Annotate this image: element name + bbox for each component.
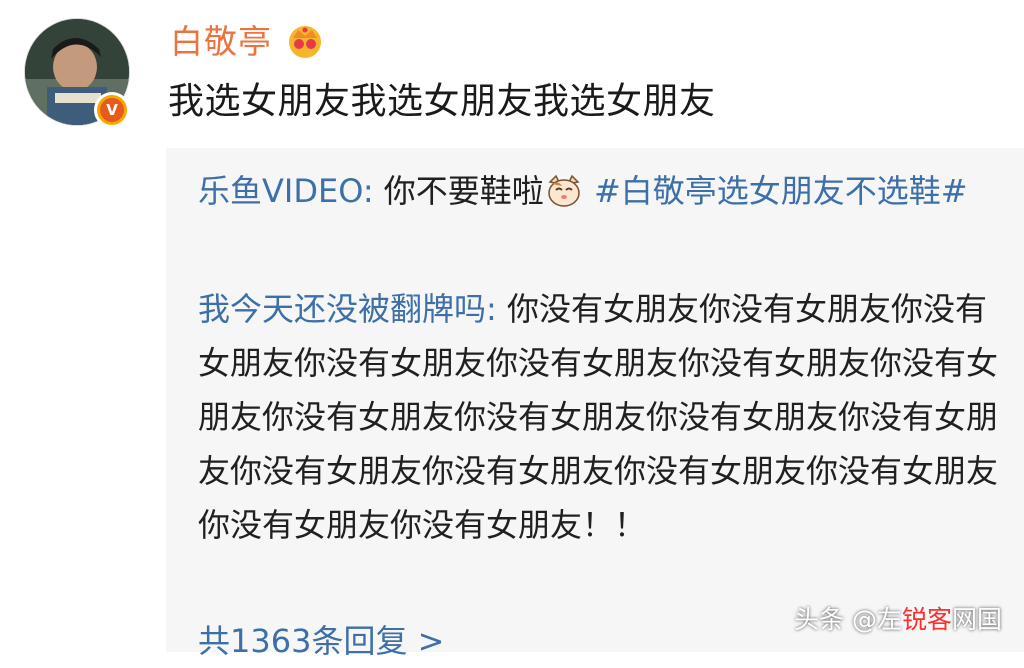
reply-item: 我今天还没被翻牌吗: 你没有女朋友你没有女朋友你没有女朋友你没有女朋友你没有女朋… <box>198 282 998 552</box>
post-text: 我选女朋友我选女朋友我选女朋友 <box>168 81 716 122</box>
hashtag-link[interactable]: #白敬亭选女朋友不选鞋# <box>584 172 968 210</box>
crown-badge-icon <box>289 26 321 58</box>
username[interactable]: 白敬亭 <box>170 20 272 64</box>
watermark: 头条 @左锐客网国 <box>794 600 1002 640</box>
watermark-highlight: 锐客 <box>901 605 952 634</box>
reply-count-link[interactable]: 共1363条回复 > <box>198 614 444 668</box>
watermark-prefix: 头条 @左 <box>794 605 902 634</box>
watermark-suffix: 网国 <box>951 605 1002 634</box>
reply-item: 乐鱼VIDEO: 你不要鞋啦 #白敬亭选女朋友不选鞋# <box>198 164 998 218</box>
cat-face-icon <box>548 174 580 207</box>
reply-author[interactable]: 我今天还没被翻牌吗: <box>198 290 497 328</box>
reply-text: 你不要鞋啦 <box>373 172 544 210</box>
reply-text: 你没有女朋友你没有女朋友你没有女朋友你没有女朋友你没有女朋友你没有女朋友你没有女… <box>198 290 999 544</box>
verified-badge: V <box>94 92 130 128</box>
verified-v-icon: V <box>100 98 124 122</box>
reply-author[interactable]: 乐鱼VIDEO: <box>198 172 374 210</box>
